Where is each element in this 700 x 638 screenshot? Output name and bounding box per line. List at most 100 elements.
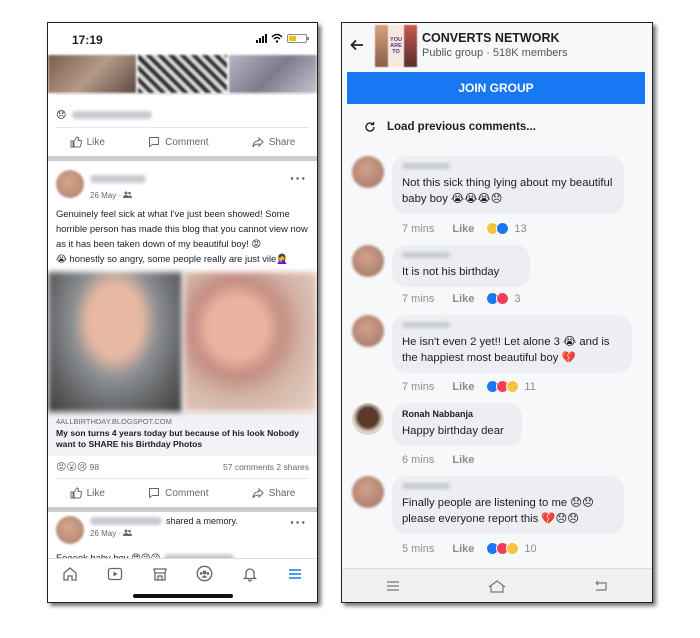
menu-icon[interactable] bbox=[284, 563, 306, 585]
comment-bubble: He isn't even 2 yet!! Let alone 3 😭 and … bbox=[392, 315, 632, 373]
post-header: 26 May · ··· bbox=[48, 160, 317, 200]
like-button[interactable]: Like bbox=[70, 487, 105, 499]
avatar[interactable] bbox=[352, 476, 384, 508]
share-button[interactable]: Share bbox=[252, 487, 295, 499]
comment-reactions[interactable]: 3 bbox=[486, 292, 521, 305]
comment-button[interactable]: Comment bbox=[148, 487, 209, 499]
post-actions: Like Comment Share bbox=[48, 479, 317, 507]
comment-reactions[interactable]: 11 bbox=[486, 380, 536, 393]
comment-reactions[interactable]: 10 bbox=[486, 542, 537, 555]
back-icon[interactable] bbox=[593, 580, 609, 592]
comment-time: 7 mins bbox=[402, 292, 435, 305]
post-date: 26 May · bbox=[90, 191, 122, 200]
comments-shares[interactable]: 57 comments 2 shares bbox=[223, 462, 309, 472]
blurred-name[interactable] bbox=[402, 252, 450, 258]
groups-icon[interactable] bbox=[194, 563, 216, 585]
comment-like-button[interactable]: Like bbox=[452, 223, 474, 235]
link-domain: 4ALLBIRTHDAY.BLOGSPOT.COM bbox=[56, 417, 172, 426]
avatar[interactable] bbox=[352, 156, 384, 188]
blurred-name[interactable] bbox=[90, 517, 162, 525]
comment-time: 5 mins bbox=[402, 542, 435, 555]
home-icon[interactable] bbox=[487, 579, 507, 593]
comment-like-button[interactable]: Like bbox=[452, 293, 474, 305]
group-name[interactable]: CONVERTS NETWORK bbox=[422, 31, 560, 45]
wow-reaction-icon bbox=[506, 542, 520, 555]
status-icons bbox=[256, 33, 309, 43]
share-icon bbox=[252, 136, 264, 148]
blurred-baby-photo-1[interactable] bbox=[48, 272, 182, 412]
comment-like-button[interactable]: Like bbox=[452, 454, 474, 466]
comment-like-button[interactable]: Like bbox=[452, 543, 474, 555]
home-icon[interactable] bbox=[59, 563, 81, 585]
battery-icon bbox=[287, 33, 309, 43]
post-stats: 😡😮😢 98 57 comments 2 shares bbox=[48, 456, 317, 478]
reaction-count: 98 bbox=[89, 461, 100, 472]
avatar[interactable] bbox=[352, 403, 384, 435]
comment-label: Comment bbox=[165, 487, 209, 499]
memory-post-header: shared a memory. 26 May · ··· bbox=[48, 510, 317, 544]
like-button[interactable]: Like bbox=[70, 136, 105, 148]
more-options-icon[interactable]: ··· bbox=[290, 514, 307, 530]
blurred-name[interactable] bbox=[90, 175, 146, 183]
comment-time: 6 mins bbox=[402, 454, 435, 466]
share-button[interactable]: Share bbox=[252, 136, 295, 148]
post-meta: 26 May · bbox=[90, 529, 238, 538]
commenter-name[interactable]: Ronah Nabbanja bbox=[402, 409, 512, 419]
comment-text: He isn't even 2 yet!! Let alone 3 😭 and … bbox=[402, 336, 610, 364]
blurred-baby-photo-2[interactable] bbox=[183, 272, 317, 412]
comment-actions: 7 mins Like 3 bbox=[402, 292, 521, 305]
main-post: 26 May · ··· Genuinely feel sick at what… bbox=[48, 160, 317, 512]
system-navigation-bar bbox=[342, 568, 652, 602]
reaction-emojis: 😡😮😢 bbox=[56, 461, 88, 473]
comment-actions: 6 mins Like bbox=[402, 454, 474, 466]
like-label: Like bbox=[86, 136, 105, 148]
refresh-icon bbox=[365, 122, 375, 132]
reaction-count: 10 bbox=[524, 542, 537, 555]
comment-time: 7 mins bbox=[402, 380, 435, 393]
avatar[interactable] bbox=[352, 315, 384, 347]
bell-icon[interactable] bbox=[239, 563, 261, 585]
avatar[interactable] bbox=[56, 170, 84, 198]
blurred-name[interactable] bbox=[402, 163, 450, 169]
comment-reactions[interactable]: 13 bbox=[486, 222, 527, 235]
comment-button[interactable]: Comment bbox=[148, 136, 209, 148]
blurred-name bbox=[72, 111, 153, 119]
avatar[interactable] bbox=[352, 245, 384, 277]
previous-post-actions: Like Comment Share bbox=[48, 128, 317, 156]
more-options-icon[interactable]: ··· bbox=[290, 170, 307, 186]
post-images[interactable] bbox=[48, 272, 317, 412]
join-group-button[interactable]: JOIN GROUP bbox=[347, 72, 645, 104]
comment-like-button[interactable]: Like bbox=[452, 381, 474, 393]
comment-icon bbox=[149, 488, 160, 499]
video-icon[interactable] bbox=[104, 563, 126, 585]
thumbs-up-icon bbox=[70, 487, 82, 499]
avatar[interactable] bbox=[56, 516, 84, 544]
left-phone-screenshot: 17:19 😞 Like Comment Share 26 May · ··· … bbox=[47, 22, 318, 603]
group-subtitle: Public group · 518K members bbox=[422, 47, 568, 59]
blurred-name[interactable] bbox=[402, 483, 450, 489]
recent-apps-icon[interactable] bbox=[385, 580, 401, 592]
friends-icon bbox=[123, 191, 133, 198]
love-reaction-icon bbox=[496, 292, 510, 305]
home-indicator[interactable] bbox=[133, 594, 233, 598]
right-phone-screenshot: YOU ARE TO CONVERTS NETWORK Public group… bbox=[341, 22, 653, 603]
previous-post-photos bbox=[48, 55, 317, 93]
load-previous-comments[interactable]: Load previous comments... bbox=[364, 121, 536, 133]
wifi-icon bbox=[271, 33, 283, 43]
link-preview[interactable]: 4ALLBIRTHDAY.BLOGSPOT.COM My son turns 4… bbox=[48, 412, 317, 456]
comment-actions: 7 mins Like 13 bbox=[402, 222, 527, 235]
back-arrow-icon[interactable] bbox=[350, 38, 364, 52]
previous-post-footer: 😞 Like Comment Share bbox=[48, 94, 317, 161]
comment-icon bbox=[149, 137, 160, 148]
thumbs-up-icon bbox=[70, 136, 82, 148]
status-time: 17:19 bbox=[72, 33, 103, 47]
reaction-count: 3 bbox=[514, 292, 521, 305]
group-thumbnail[interactable]: YOU ARE TO bbox=[375, 25, 417, 67]
post-meta: 26 May · bbox=[90, 191, 146, 200]
marketplace-icon[interactable] bbox=[149, 563, 171, 585]
reaction-summary[interactable]: 😡😮😢 98 bbox=[56, 462, 99, 473]
group-thumb-text: YOU ARE TO bbox=[389, 25, 403, 67]
sad-emoji-icon: 😞 bbox=[56, 109, 67, 121]
blurred-name[interactable] bbox=[402, 322, 450, 328]
post-date: 26 May · bbox=[90, 529, 122, 538]
